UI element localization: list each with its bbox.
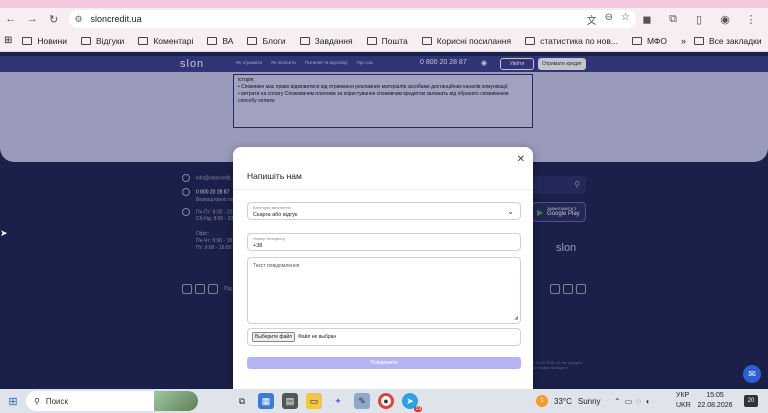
- extension-icon[interactable]: ⧉: [662, 8, 684, 30]
- folder-icon: [299, 36, 310, 45]
- network-icon[interactable]: ◌: [636, 397, 641, 406]
- url-text: sloncredit.ua: [90, 14, 142, 24]
- notepad-icon[interactable]: ✎: [354, 393, 370, 409]
- tray-chevron-icon[interactable]: ⌃: [614, 397, 621, 406]
- web-page: slon Як отримати Як погасити Питання та …: [0, 52, 768, 389]
- bookmark-comments[interactable]: Коментарі: [138, 36, 193, 46]
- folder-icon: [80, 36, 91, 45]
- windows-taskbar: ⊞ ⚲ Поиск ⧉ ▦ ▤ ▭ ✦ ✎ ● ➤ 19 1 33°C Sunny…: [0, 389, 768, 413]
- windows-start-icon[interactable]: ⊞: [0, 389, 26, 413]
- search-icon: ⚲: [34, 396, 40, 406]
- chat-icon: ✉: [748, 368, 756, 379]
- taskbar-clock[interactable]: 15:05 22.08.2026: [694, 391, 736, 411]
- lang-line-1: УКР: [676, 392, 690, 399]
- folder-icon: [207, 36, 218, 45]
- address-bar[interactable]: ⚙ sloncredit.ua 文 ⊖ ☆: [68, 10, 636, 28]
- profile-icon[interactable]: ◉: [714, 8, 736, 30]
- folder-icon: [421, 36, 432, 45]
- category-label: Категорія звернення: [253, 205, 291, 210]
- telegram-taskbar-icon[interactable]: ➤ 19: [402, 393, 422, 412]
- store-icon[interactable]: ▦: [258, 393, 274, 409]
- clock-date: 22.08.2026: [697, 402, 733, 409]
- file-upload: Выберите файл Файл не выбран: [247, 328, 521, 346]
- bookmark-stats[interactable]: статистика по нов...: [525, 36, 618, 46]
- bookmark-news[interactable]: Новини: [22, 36, 67, 46]
- search-highlight-image: [154, 391, 198, 411]
- lang-line-2: UKR: [676, 402, 691, 409]
- language-indicator[interactable]: УКР UKR: [676, 391, 691, 411]
- message-placeholder: Текст повідомлення: [253, 263, 300, 269]
- folder-icon: [694, 36, 705, 45]
- clock-time: 15:05: [706, 392, 724, 399]
- close-icon[interactable]: ✕: [517, 154, 525, 165]
- volume-icon[interactable]: ◖: [645, 397, 650, 406]
- bookmark-all[interactable]: Все закладки: [694, 36, 762, 46]
- bookmark-useful-links[interactable]: Корисні посилання: [421, 36, 511, 46]
- modal-title: Напишіть нам: [247, 171, 302, 181]
- site-info-icon[interactable]: ⚙: [75, 14, 85, 24]
- phone-value: +38: [253, 243, 263, 249]
- modal-divider: [233, 189, 533, 190]
- bookmark-mfo[interactable]: МФО: [631, 36, 667, 46]
- chrome-icon[interactable]: ●: [378, 393, 394, 409]
- browser-toolbar: ← → ↻ ⚙ sloncredit.ua 文 ⊖ ☆ ◼ ⧉ ▯ ◉ ⋮: [0, 8, 768, 30]
- bookmark-tasks[interactable]: Завдання: [299, 36, 353, 46]
- reload-icon[interactable]: ↻: [43, 8, 65, 30]
- contact-modal: ✕ Напишіть нам Категорія звернення Скарг…: [233, 147, 533, 389]
- telegram-badge: 19: [414, 406, 422, 412]
- chevron-down-icon: ⌄: [507, 207, 514, 216]
- phone-field[interactable]: Номер телефону +38: [247, 233, 521, 251]
- chat-widget-button[interactable]: ✉: [743, 365, 761, 383]
- weather-widget[interactable]: 1 33°C Sunny: [536, 389, 601, 413]
- bookmark-blogs[interactable]: Блоги: [247, 36, 286, 46]
- bookmarks-bar: ⊞ Новини Відгуки Коментарі ВА Блоги Завд…: [0, 30, 768, 52]
- calculator-icon[interactable]: ▤: [282, 393, 298, 409]
- tab-strip: [0, 0, 768, 8]
- apps-icon[interactable]: ⊞: [4, 35, 12, 46]
- folder-icon: [631, 36, 642, 45]
- folder-icon: [22, 36, 33, 45]
- message-textarea[interactable]: Текст повідомлення ◢: [247, 257, 521, 324]
- weather-sun-icon: 1: [536, 395, 548, 407]
- back-arrow-icon[interactable]: ←: [0, 8, 22, 30]
- submit-button[interactable]: Повідомити: [247, 357, 521, 369]
- category-value: Скарга або відгук: [253, 212, 298, 218]
- folder-icon: [247, 36, 258, 45]
- bookmark-mail[interactable]: Пошта: [366, 36, 408, 46]
- folder-icon: [138, 36, 149, 45]
- file-status: Файл не выбран: [298, 334, 337, 340]
- phone-label: Номер телефону: [253, 236, 285, 241]
- category-select[interactable]: Категорія звернення Скарга або відгук ⌄: [247, 202, 521, 220]
- extension-color-icon[interactable]: ◼: [636, 8, 658, 30]
- tray-app-icon[interactable]: ▭: [625, 397, 633, 406]
- forward-arrow-icon[interactable]: →: [22, 8, 44, 30]
- star-icon[interactable]: ☆: [621, 12, 630, 27]
- choose-file-button[interactable]: Выберите файл: [252, 332, 296, 342]
- bookmark-va[interactable]: ВА: [207, 36, 233, 46]
- folder-icon: [525, 36, 536, 45]
- folder-icon: [366, 36, 377, 45]
- file-explorer-icon[interactable]: ▭: [306, 393, 322, 409]
- menu-icon[interactable]: ⋮: [740, 8, 762, 30]
- taskbar-search[interactable]: ⚲ Поиск: [26, 391, 198, 411]
- task-view-icon[interactable]: ⧉: [234, 393, 250, 409]
- taskbar-search-label: Поиск: [45, 396, 69, 406]
- notifications-badge[interactable]: 20: [744, 395, 758, 407]
- system-tray: ⌃ ▭ ◌ ◖: [614, 389, 650, 413]
- weather-temp: 33°C: [554, 396, 572, 406]
- resize-handle-icon[interactable]: ◢: [514, 315, 518, 321]
- zoom-icon[interactable]: ⊖: [605, 12, 613, 27]
- sidebar-icon[interactable]: ▯: [688, 8, 710, 30]
- mouse-cursor-icon: ➤: [0, 228, 8, 238]
- copilot-icon[interactable]: ✦: [330, 393, 346, 409]
- translate-icon[interactable]: 文: [587, 12, 597, 27]
- more-bookmarks-icon[interactable]: »: [681, 36, 686, 46]
- bookmark-reviews[interactable]: Відгуки: [80, 36, 124, 46]
- weather-text: Sunny: [577, 396, 601, 406]
